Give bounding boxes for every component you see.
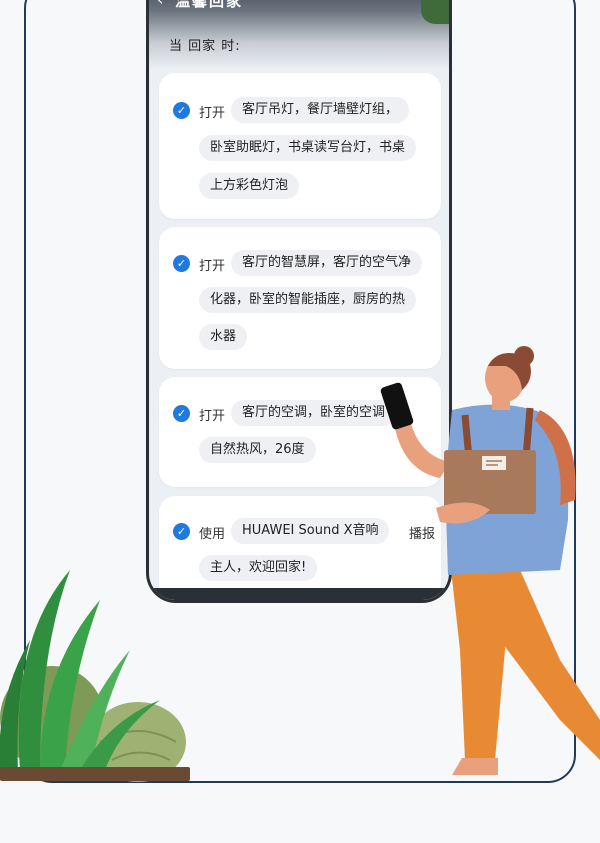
person-illustration <box>392 346 600 775</box>
person-leg-front <box>450 560 510 760</box>
person-hair-bun <box>514 346 534 366</box>
person-foot <box>452 758 498 775</box>
package-label <box>482 456 506 470</box>
